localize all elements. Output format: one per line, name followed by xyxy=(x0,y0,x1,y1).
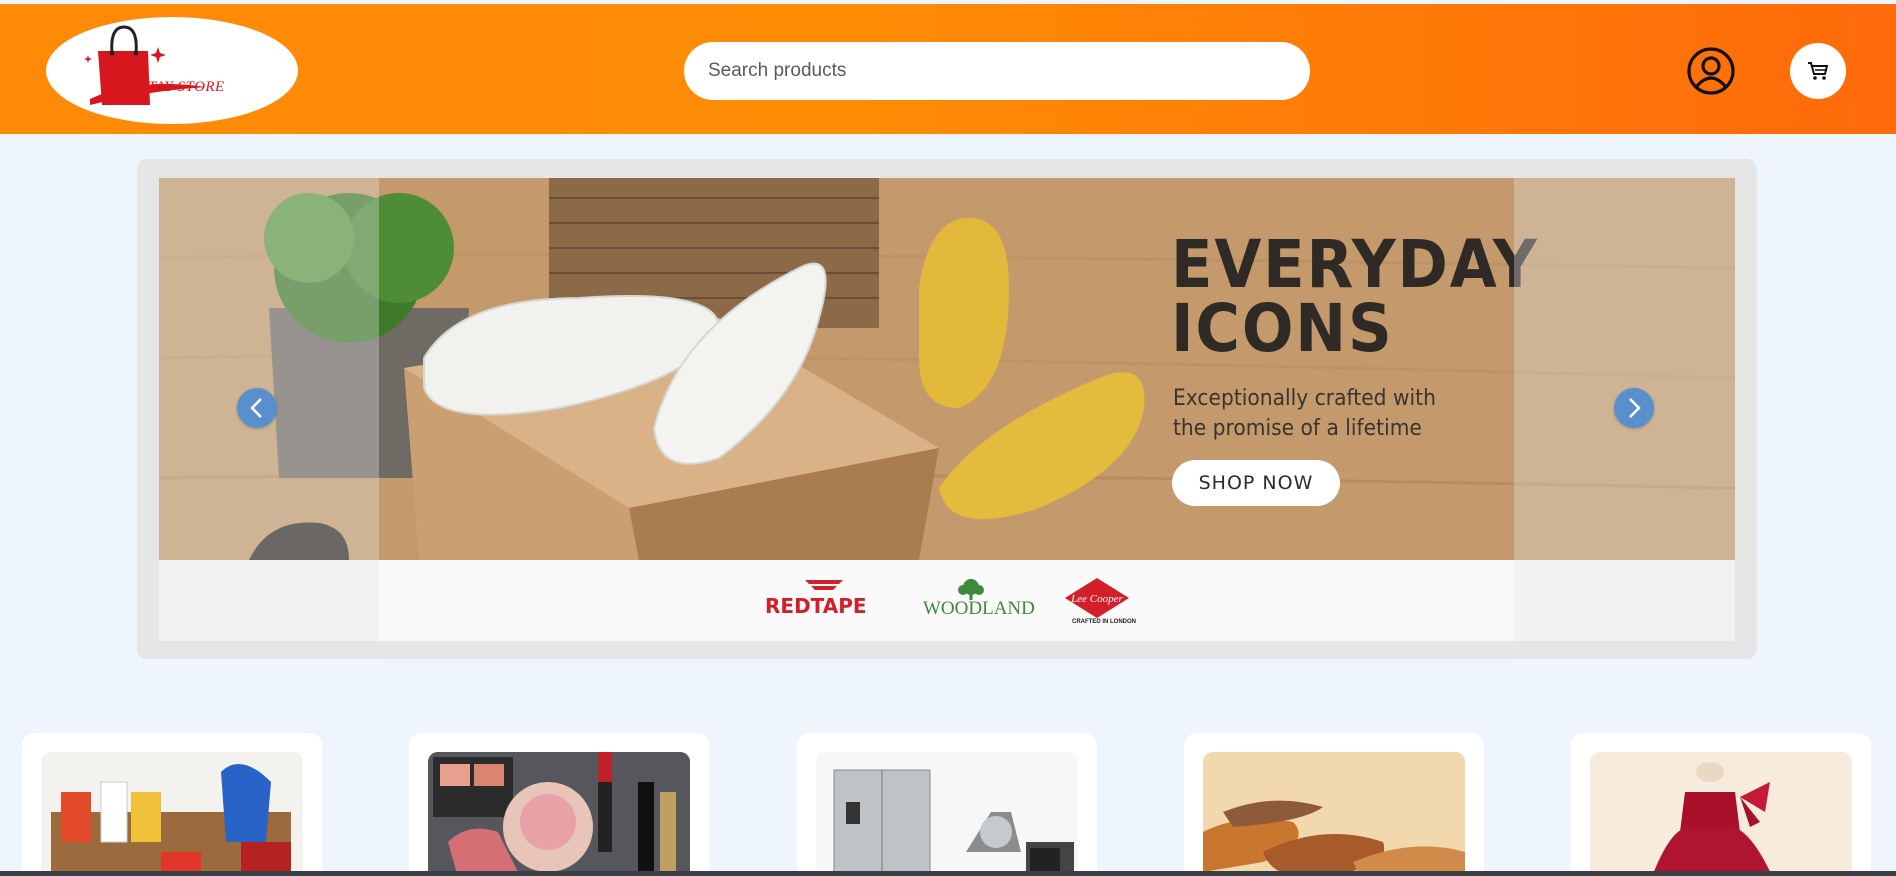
groceries-image xyxy=(41,752,303,876)
category-card-cosmetics[interactable] xyxy=(409,733,709,876)
brand-strip: REDTAPE WOODLAND Lee Cooper CRAFTED IN L… xyxy=(159,560,1735,641)
kids-dress-image xyxy=(1590,752,1852,876)
svg-text:Lee Cooper: Lee Cooper xyxy=(1070,593,1123,605)
category-card-footwear[interactable] xyxy=(1184,733,1484,876)
search-input[interactable] xyxy=(684,42,1310,100)
lee-cooper-diamond-icon: Lee Cooper xyxy=(1065,578,1129,618)
redtape-mark-icon xyxy=(805,580,843,590)
banner-headline: EVERYDAY ICONS xyxy=(1171,226,1539,367)
shopping-cart-icon xyxy=(1808,62,1829,80)
logo-text: MYSTAY STORE xyxy=(118,79,225,95)
site-header: MYSTAY STORE xyxy=(0,4,1896,134)
category-card-appliances[interactable] xyxy=(797,733,1097,876)
cart-button[interactable] xyxy=(1790,43,1846,99)
brand-logo-woodland: WOODLAND xyxy=(923,578,1035,620)
chevron-left-icon xyxy=(250,398,262,418)
carousel-prev-button[interactable] xyxy=(237,388,277,428)
footwear-image xyxy=(1203,752,1465,876)
account-button[interactable] xyxy=(1686,46,1736,96)
store-logo[interactable]: MYSTAY STORE xyxy=(46,17,298,124)
appliances-image xyxy=(816,752,1078,876)
carousel-next-button[interactable] xyxy=(1614,388,1654,428)
banner-tagline: Exceptionally crafted with the promise o… xyxy=(1173,386,1436,441)
brand-logo-redtape: REDTAPE xyxy=(765,578,881,618)
shopping-bag-logo-icon xyxy=(84,25,206,105)
woodland-tree-icon xyxy=(958,579,984,600)
cosmetics-image xyxy=(428,752,690,876)
brand-logo-leecooper: Lee Cooper CRAFTED IN LONDON xyxy=(1063,578,1136,625)
hero-carousel: EVERYDAY ICONS Exceptionally crafted wit… xyxy=(137,159,1757,659)
bottom-edge-bar xyxy=(0,871,1896,876)
category-card-kids-fashion[interactable] xyxy=(1571,733,1871,876)
chevron-right-icon xyxy=(1629,398,1641,418)
category-card-groceries[interactable] xyxy=(22,733,322,876)
shop-now-button[interactable]: SHOP NOW xyxy=(1172,460,1340,506)
user-circle-icon xyxy=(1687,47,1735,95)
banner-image: EVERYDAY ICONS Exceptionally crafted wit… xyxy=(159,178,1735,560)
carousel-slide[interactable]: EVERYDAY ICONS Exceptionally crafted wit… xyxy=(159,178,1735,641)
